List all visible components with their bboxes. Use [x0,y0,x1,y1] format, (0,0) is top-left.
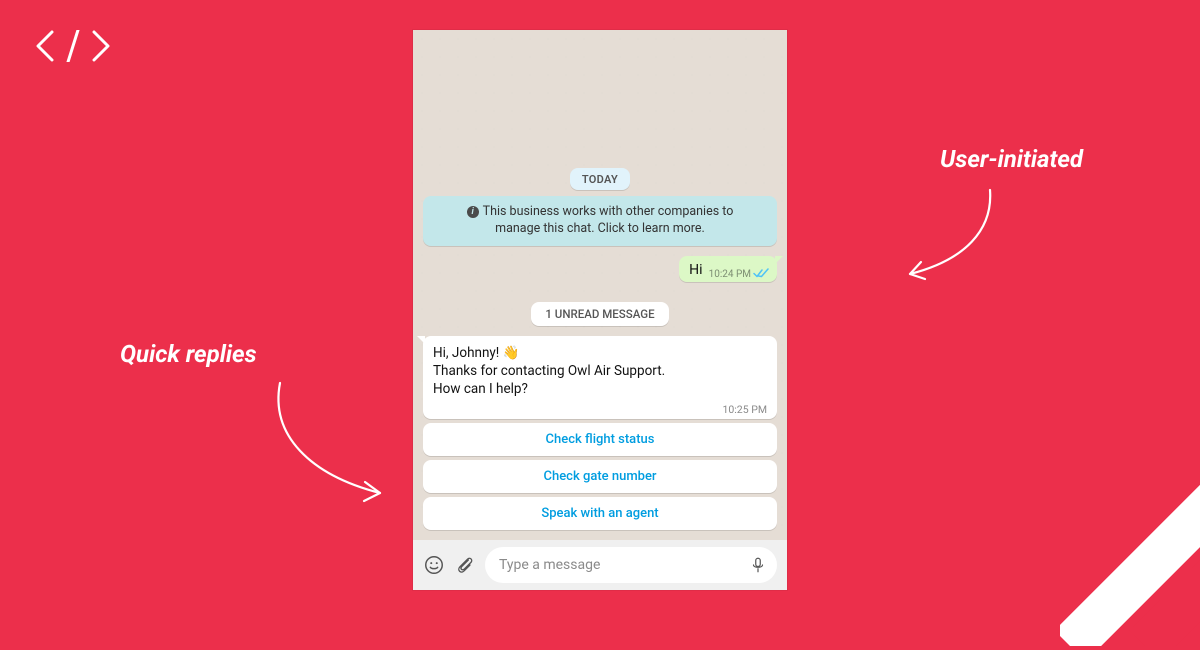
system-notice-line2: manage this chat. Click to learn more. [495,221,705,238]
incoming-message-time: 10:25 PM [722,403,767,416]
annotation-quick-replies: Quick replies [120,340,257,368]
code-tag-logo [34,30,112,62]
mic-icon[interactable] [749,556,767,574]
whatsapp-chat-window: TODAY i This business works with other c… [413,30,787,590]
incoming-message-text: Hi, Johnny! 👋 Thanks for contacting Owl … [433,344,767,399]
annotation-user-initiated: User-initiated [940,145,1083,173]
arrow-to-quick-replies-icon [260,375,420,515]
quick-replies-group: Check flight status Check gate number Sp… [423,423,777,530]
quick-reply-button[interactable]: Check gate number [423,460,777,493]
quick-reply-button[interactable]: Speak with an agent [423,497,777,530]
system-notice-line1: This business works with other companies… [483,204,734,221]
input-bar: Type a message [413,540,787,590]
unread-divider: 1 UNREAD MESSAGE [531,302,668,326]
quick-reply-button[interactable]: Check flight status [423,423,777,456]
date-chip: TODAY [570,168,630,190]
brand-slash-mark [1060,476,1200,650]
arrow-to-user-msg-icon [885,180,1005,300]
emoji-icon[interactable] [423,554,445,576]
incoming-message-bubble[interactable]: Hi, Johnny! 👋 Thanks for contacting Owl … [423,336,777,420]
outgoing-message-bubble[interactable]: Hi 10:24 PM [679,256,777,282]
compose-input[interactable]: Type a message [485,547,777,583]
chat-scroll-area[interactable]: TODAY i This business works with other c… [413,30,787,540]
system-notice[interactable]: i This business works with other compani… [423,196,777,246]
attach-icon[interactable] [455,555,475,575]
outgoing-message-time: 10:24 PM [709,269,751,280]
compose-placeholder: Type a message [499,557,749,573]
outgoing-message-text: Hi [689,262,702,278]
read-ticks-icon [753,268,769,281]
info-icon: i [467,206,479,218]
